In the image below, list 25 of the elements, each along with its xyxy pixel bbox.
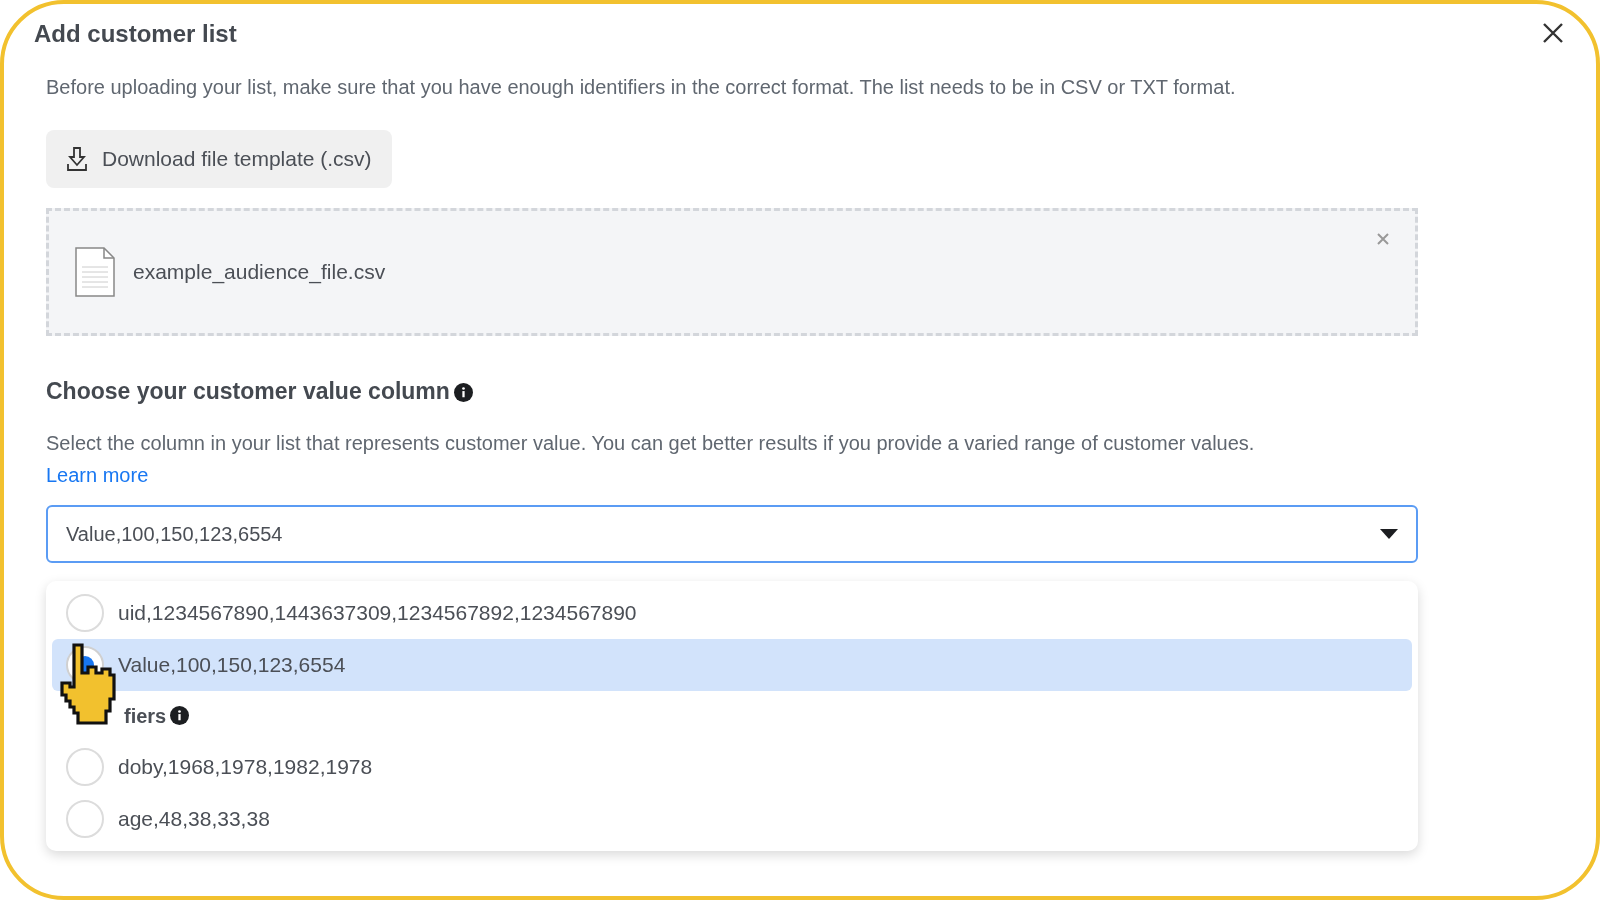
caret-down-icon: [1380, 528, 1398, 539]
info-icon: [170, 706, 190, 725]
option-label: age,48,38,33,38: [118, 805, 270, 832]
close-icon[interactable]: [1542, 22, 1564, 44]
dialog-title: Add customer list: [34, 19, 237, 49]
option-label: doby,1968,1978,1982,1978: [118, 753, 373, 780]
option-label: uid,1234567890,1443637309,1234567892,1234567890: [118, 599, 637, 626]
info-icon: [453, 383, 473, 402]
download-button[interactable]: Download file template (.csv): [46, 130, 392, 188]
select-value: Value,100,150,123,6554: [66, 521, 283, 547]
radio-button[interactable]: [66, 593, 104, 632]
file-name: example_audience_file.csv: [133, 259, 386, 286]
learn-more-link[interactable]: Learn more: [46, 458, 149, 491]
description: Before uploading your list, make sure that you have enough identifiers in the correct format. The list needs to be in CSV or TXT format.: [46, 75, 1237, 100]
download-icon: [66, 146, 88, 172]
remove-file-icon[interactable]: [1377, 233, 1389, 245]
section-description: Select the column in your list that represents customer value. You can get better results if you provide a varied range of customer values.: [46, 430, 1256, 456]
file-icon: [75, 247, 115, 297]
group-header: fiers: [124, 703, 167, 729]
select-field[interactable]: Value,100,150,123,6554: [46, 504, 1418, 563]
section-heading: Choose your customer value column: [46, 374, 1418, 409]
option-label: Value,100,150,123,6554: [118, 651, 346, 678]
radio-button[interactable]: [66, 799, 104, 838]
radio-button[interactable]: [66, 747, 104, 786]
dropdown-option[interactable]: Value,100,150,123,6554: [52, 638, 1412, 691]
